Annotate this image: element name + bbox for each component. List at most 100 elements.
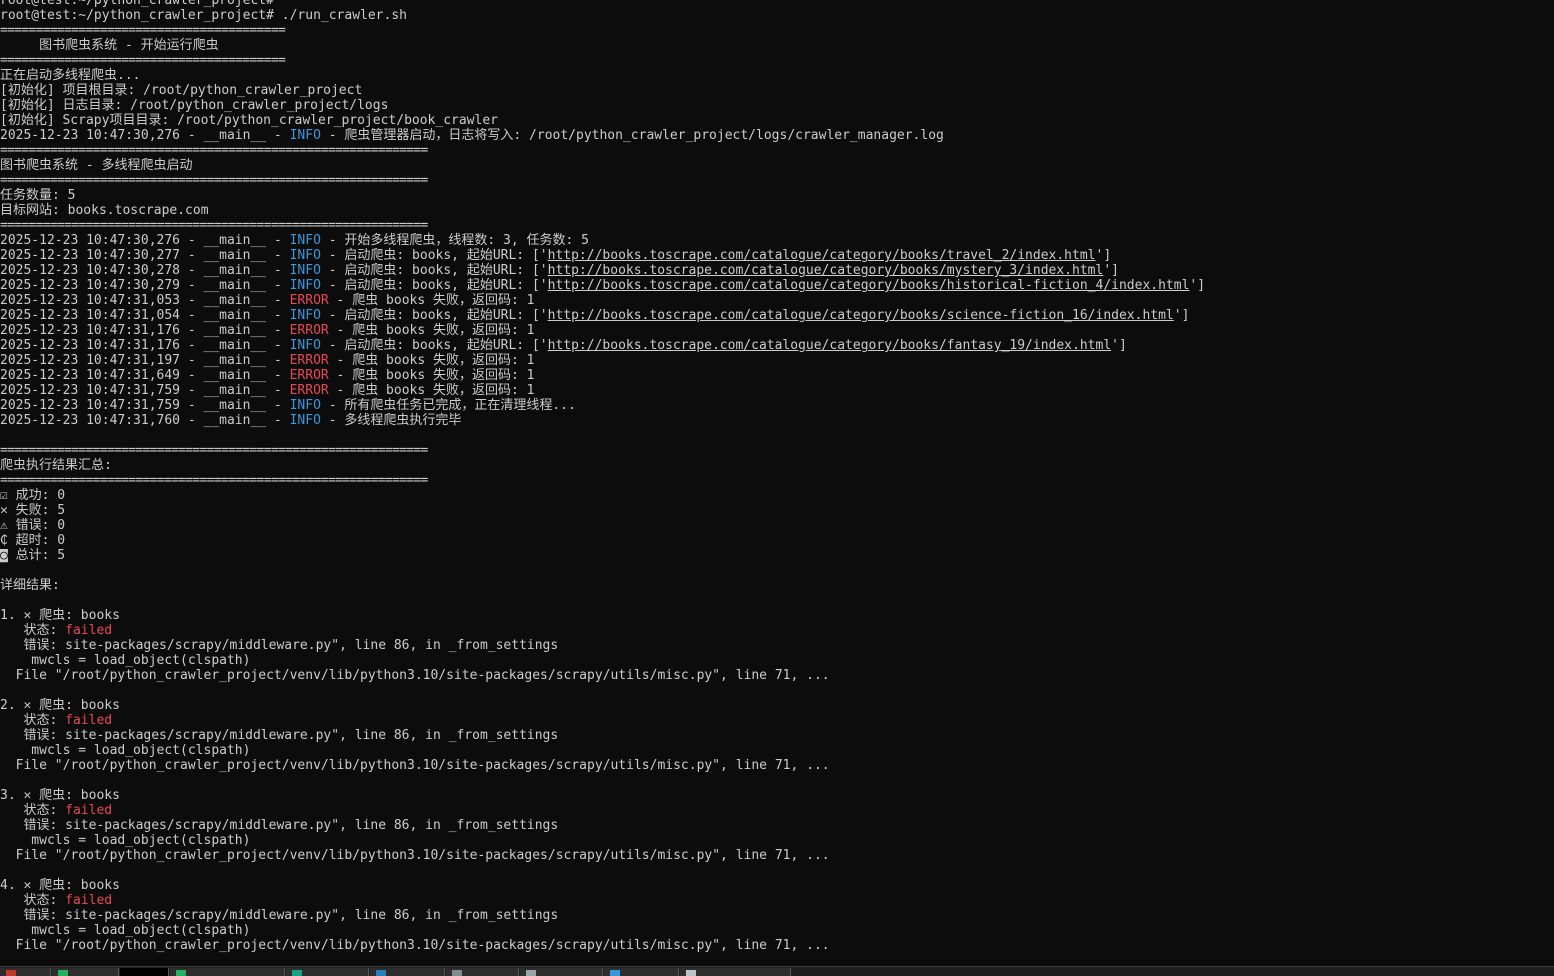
line-text: 3. ✕ 爬虫: books: [0, 788, 120, 803]
line-text: - 爬虫 books 失败，返回码: 1: [328, 353, 535, 368]
line-text: 正在启动多线程爬虫...: [0, 68, 141, 83]
line-text: 错误: site-packages/scrapy/middleware.py",…: [0, 908, 559, 923]
terminal-output[interactable]: root@test:~/python_crawler_project# root@…: [0, 0, 1554, 965]
url-link[interactable]: http://books.toscrape.com/catalogue/cate…: [548, 308, 1174, 323]
terminal-line: [初始化] 项目根目录: /root/python_crawler_projec…: [0, 83, 1554, 98]
terminal-line: [初始化] 日志目录: /root/python_crawler_project…: [0, 98, 1554, 113]
terminal-line: ========================================…: [0, 173, 1554, 188]
line-text: 2025-12-23 10:47:31,759 - __main__ -: [0, 398, 290, 413]
line-text: 2025-12-23 10:47:30,276 - __main__ -: [0, 128, 290, 143]
terminal-line: File "/root/python_crawler_project/venv/…: [0, 938, 1554, 953]
app-icon: [452, 970, 462, 976]
line-text: 状态:: [0, 803, 66, 818]
line-text: 图书爬虫系统 - 多线程爬虫启动: [0, 158, 193, 173]
line-text: - 爬虫 books 失败，返回码: 1: [328, 323, 535, 338]
line-text: 错误: site-packages/scrapy/middleware.py",…: [0, 728, 559, 743]
terminal-line: 目标网站: books.toscrape.com: [0, 203, 1554, 218]
line-text: 2025-12-23 10:47:30,277 - __main__ -: [0, 248, 290, 263]
line-text: mwcls = load_object(clspath): [0, 923, 251, 938]
url-link[interactable]: http://books.toscrape.com/catalogue/cate…: [548, 248, 1096, 263]
line-text: 2025-12-23 10:47:31,176 - __main__ -: [0, 338, 290, 353]
line-text: 2025-12-23 10:47:31,053 - __main__ -: [0, 293, 290, 308]
separator: ========================================: [0, 53, 286, 68]
terminal-line: 2025-12-23 10:47:31,053 - __main__ - ERR…: [0, 293, 1554, 308]
line-text: 2. ✕ 爬虫: books: [0, 698, 120, 713]
terminal-line: ₵ 超时: 0: [0, 533, 1554, 548]
line-text: File "/root/python_crawler_project/venv/…: [0, 758, 830, 773]
url-link[interactable]: http://books.toscrape.com/catalogue/cate…: [548, 338, 1112, 353]
line-text: ☑ 成功: 0: [0, 488, 66, 503]
app-icon: [610, 970, 620, 976]
line-text: 2025-12-23 10:47:31,760 - __main__ -: [0, 413, 290, 428]
status-failed: failed: [65, 803, 113, 818]
terminal-line: ========================================: [0, 23, 1554, 38]
line-text: 2025-12-23 10:47:31,176 - __main__ -: [0, 323, 290, 338]
line-text: [初始化] Scrapy项目目录: /root/python_crawler_p…: [0, 113, 498, 128]
terminal-line: ✕ 失败: 5: [0, 503, 1554, 518]
info-level: INFO: [289, 263, 321, 278]
terminal-line: 2025-12-23 10:47:30,276 - __main__ - INF…: [0, 233, 1554, 248]
info-level: INFO: [289, 248, 321, 263]
terminal-line: 1. ✕ 爬虫: books: [0, 608, 1554, 623]
url-link[interactable]: http://books.toscrape.com/catalogue/cate…: [548, 263, 1104, 278]
terminal-line: 错误: site-packages/scrapy/middleware.py",…: [0, 908, 1554, 923]
line-text: root@test:~/python_crawler_project#: [0, 0, 274, 8]
line-text: ']: [1095, 248, 1112, 263]
line-text: mwcls = load_object(clspath): [0, 743, 251, 758]
line-text: ₵ 超时: 0: [0, 533, 66, 548]
terminal-line: ⚠ 错误: 0: [0, 518, 1554, 533]
terminal-line: ========================================…: [0, 443, 1554, 458]
status-failed: failed: [65, 623, 113, 638]
line-text: ⚠ 错误: 0: [0, 518, 66, 533]
terminal-line: ========================================…: [0, 473, 1554, 488]
line-text: ']: [1111, 338, 1127, 353]
line-text: 1. ✕ 爬虫: books: [0, 608, 120, 623]
line-text: - 爬虫 books 失败，返回码: 1: [328, 383, 535, 398]
terminal-line: 2025-12-23 10:47:30,279 - __main__ - INF…: [0, 278, 1554, 293]
line-text: mwcls = load_object(clspath): [0, 833, 251, 848]
line-text: File "/root/python_crawler_project/venv/…: [0, 938, 830, 953]
terminal-line: 2025-12-23 10:47:31,760 - __main__ - INF…: [0, 413, 1554, 428]
terminal-line: 状态: failed: [0, 893, 1554, 908]
status-failed: failed: [65, 713, 113, 728]
line-text: - 启动爬虫: books, 起始URL: [': [320, 338, 548, 353]
terminal-line: 2025-12-23 10:47:31,197 - __main__ - ERR…: [0, 353, 1554, 368]
app-icon: [58, 970, 68, 976]
terminal-line: 错误: site-packages/scrapy/middleware.py",…: [0, 728, 1554, 743]
line-text: 错误: site-packages/scrapy/middleware.py",…: [0, 818, 559, 833]
line-text: mwcls = load_object(clspath): [0, 653, 251, 668]
terminal-line: 正在启动多线程爬虫...: [0, 68, 1554, 83]
terminal-line: root@test:~/python_crawler_project# ./ru…: [0, 8, 1554, 23]
line-text: 任务数量: 5: [0, 188, 76, 203]
app-icon: [376, 970, 386, 976]
separator: ========================================…: [0, 173, 428, 188]
terminal-line: 3. ✕ 爬虫: books: [0, 788, 1554, 803]
info-level: INFO: [289, 128, 321, 143]
separator: ========================================…: [0, 143, 428, 158]
terminal-line: 2025-12-23 10:47:30,277 - __main__ - INF…: [0, 248, 1554, 263]
error-level: ERROR: [289, 353, 329, 368]
terminal-line: 错误: site-packages/scrapy/middleware.py",…: [0, 638, 1554, 653]
terminal-icon: [126, 970, 136, 976]
line-text: root@test:~/python_crawler_project# ./ru…: [0, 8, 407, 23]
url-link[interactable]: http://books.toscrape.com/catalogue/cate…: [548, 278, 1190, 293]
line-text: 2025-12-23 10:47:31,759 - __main__ -: [0, 383, 290, 398]
line-text: ']: [1103, 263, 1119, 278]
info-level: INFO: [289, 413, 321, 428]
line-text: - 爬虫管理器启动，日志将写入: /root/python_crawler_pr…: [320, 128, 944, 143]
terminal-line: mwcls = load_object(clspath): [0, 833, 1554, 848]
status-failed: failed: [65, 893, 113, 908]
terminal-line: 2025-12-23 10:47:31,176 - __main__ - INF…: [0, 338, 1554, 353]
info-level: INFO: [289, 278, 321, 293]
terminal-line: File "/root/python_crawler_project/venv/…: [0, 848, 1554, 863]
line-text: - 多线程爬虫执行完毕: [320, 413, 462, 428]
line-text: - 开始多线程爬虫，线程数: 3, 任务数: 5: [320, 233, 589, 248]
terminal-line: root@test:~/python_crawler_project#: [0, 0, 1554, 8]
terminal-line: 2025-12-23 10:47:31,759 - __main__ - ERR…: [0, 383, 1554, 398]
app-icon: [292, 970, 302, 976]
terminal-line: 任务数量: 5: [0, 188, 1554, 203]
